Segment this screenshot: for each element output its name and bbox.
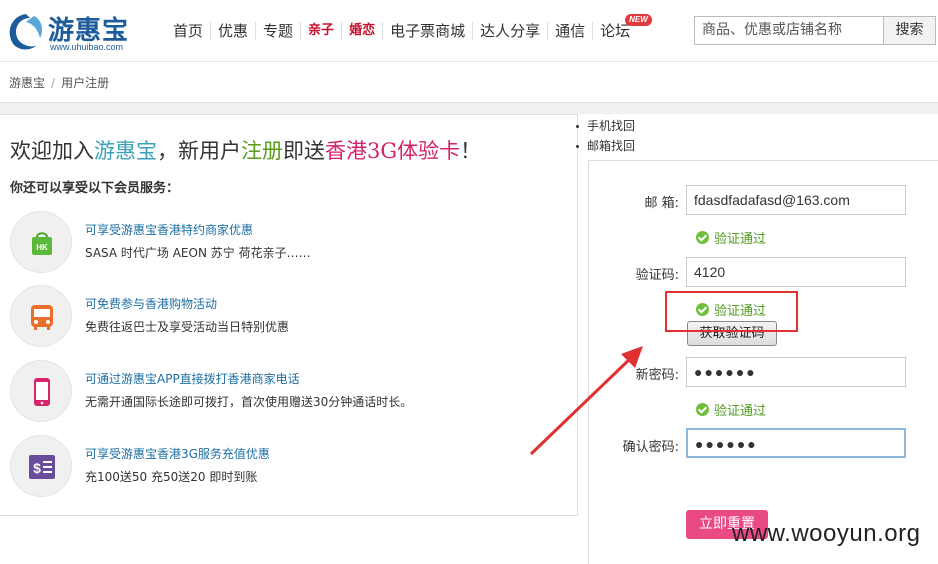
logo-swirl-icon <box>9 14 42 50</box>
search-input[interactable]: 商品、优惠或店铺名称 <box>694 16 884 45</box>
watermark-text: www.wooyun.org <box>732 520 921 547</box>
welcome-text-1: 欢迎加入 <box>10 139 94 163</box>
breadcrumb-current: 用户注册 <box>61 76 110 90</box>
welcome-text-2: ，新用户 <box>157 139 241 163</box>
benefit-desc: 充100送50 充50送20 即时到账 <box>85 470 258 484</box>
nav-item-telecom[interactable]: 通信 <box>547 22 592 40</box>
shopping-bag-icon: HK <box>32 232 52 255</box>
benefit-title[interactable]: 可享受游惠宝香港3G服务充值优惠 <box>85 445 270 462</box>
nav-item-eticket-mall[interactable]: 电子票商城 <box>382 22 472 40</box>
bus-icon <box>31 305 53 330</box>
search-button[interactable]: 搜索 <box>884 16 936 45</box>
benefit-item: HK 可享受游惠宝香港特约商家优惠 SASA 时代广场 AEON 苏宁 荷花亲子… <box>10 211 570 273</box>
recover-method-list: 手机找回 邮箱找回 <box>576 116 635 156</box>
nav-item-forum[interactable]: 论坛 NEW <box>592 14 652 40</box>
svg-text:$: $ <box>33 460 41 476</box>
bullet-icon <box>576 145 579 148</box>
nav-item-deals[interactable]: 优惠 <box>210 22 255 40</box>
code-label: 验证码: <box>635 268 679 283</box>
benefit-title[interactable]: 可免费参与香港购物活动 <box>85 295 217 312</box>
svg-text:HK: HK <box>36 243 48 252</box>
welcome-text-4: ！ <box>460 139 482 163</box>
annotation-arrow-icon <box>529 346 643 456</box>
email-label: 邮 箱: <box>644 196 679 211</box>
welcome-text-3: 即送 <box>283 139 325 163</box>
benefit-icon-circle <box>10 360 72 422</box>
email-status: 验证通过 <box>696 228 766 247</box>
bullet-icon <box>576 125 579 128</box>
benefit-icon-circle: HK <box>10 211 72 273</box>
check-icon <box>696 403 709 416</box>
recharge-icon: $ <box>29 455 55 479</box>
benefit-desc: 免费往返巴士及享受活动当日特别优惠 <box>85 320 290 334</box>
site-header: 游惠宝 www.uhuibao.com 首页 优惠 专题 亲子 婚恋 电子票商城… <box>0 0 938 62</box>
main-nav: 首页 优惠 专题 亲子 婚恋 电子票商城 达人分享 通信 论坛 NEW <box>166 14 652 43</box>
recover-by-phone-link[interactable]: 手机找回 <box>576 116 635 136</box>
nav-item-forum-label: 论坛 <box>600 22 631 40</box>
check-icon <box>696 231 709 244</box>
benefit-item: $ 可享受游惠宝香港3G服务充值优惠 充100送50 充50送20 即时到账 <box>10 435 570 497</box>
nav-item-topics[interactable]: 专题 <box>255 22 300 40</box>
site-logo[interactable]: 游惠宝 www.uhuibao.com <box>4 8 134 56</box>
breadcrumb-home[interactable]: 游惠宝 <box>9 76 45 90</box>
recover-by-phone-label: 手机找回 <box>587 119 636 133</box>
confirm-password-field[interactable]: ●●●●●● <box>686 428 906 458</box>
benefit-icon-circle <box>10 285 72 347</box>
welcome-heading: 欢迎加入游惠宝，新用户注册即送香港3G体验卡！ <box>10 135 481 165</box>
recover-by-email-link[interactable]: 邮箱找回 <box>576 136 635 156</box>
benefit-title[interactable]: 可享受游惠宝香港特约商家优惠 <box>85 221 253 238</box>
logo-url: www.uhuibao.com <box>50 42 124 52</box>
email-field[interactable]: fdasdfadafasd@163.com <box>686 185 906 215</box>
benefit-title[interactable]: 可通过游惠宝APP直接拨打香港商家电话 <box>85 370 300 387</box>
benefits-subhead: 你还可以享受以下会员服务： <box>10 181 180 196</box>
new-badge: NEW <box>625 14 652 26</box>
email-status-text: 验证通过 <box>714 232 767 247</box>
welcome-card: 香港3G体验卡 <box>325 139 461 163</box>
benefit-desc: SASA 时代广场 AEON 苏宁 荷花亲子…… <box>85 246 311 260</box>
benefit-item: 可通过游惠宝APP直接拨打香港商家电话 无需开通国际长途即可拨打，首次使用赠送3… <box>10 360 570 422</box>
nav-item-family[interactable]: 亲子 <box>300 22 341 40</box>
recover-by-email-label: 邮箱找回 <box>587 139 636 153</box>
breadcrumb: 游惠宝 / 用户注册 <box>9 74 109 91</box>
nav-item-expert-share[interactable]: 达人分享 <box>472 22 547 40</box>
section-divider <box>0 102 938 114</box>
password-status: 验证通过 <box>696 400 766 419</box>
promo-panel: 欢迎加入游惠宝，新用户注册即送香港3G体验卡！ 你还可以享受以下会员服务： HK… <box>0 114 578 516</box>
welcome-brand: 游惠宝 <box>94 139 157 163</box>
breadcrumb-separator: / <box>51 76 56 90</box>
nav-item-wedding[interactable]: 婚恋 <box>341 22 382 40</box>
benefit-desc: 无需开通国际长途即可拨打，首次使用赠送30分钟通话时长。 <box>85 395 413 409</box>
phone-icon <box>34 378 50 406</box>
benefit-icon-circle: $ <box>10 435 72 497</box>
welcome-register: 注册 <box>241 139 283 163</box>
password-status-text: 验证通过 <box>714 404 767 419</box>
benefit-item: 可免费参与香港购物活动 免费往返巴士及享受活动当日特别优惠 <box>10 285 570 347</box>
verification-code-field[interactable]: 4120 <box>686 257 906 287</box>
new-password-field[interactable]: ●●●●●● <box>686 357 906 387</box>
nav-item-home[interactable]: 首页 <box>166 22 210 40</box>
highlight-box <box>665 291 798 332</box>
